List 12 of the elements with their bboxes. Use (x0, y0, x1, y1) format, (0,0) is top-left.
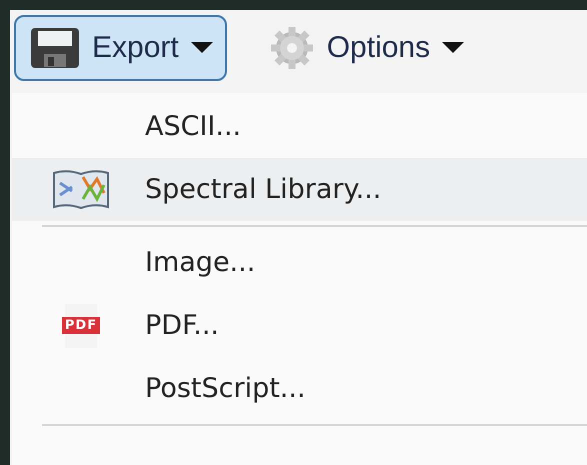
book-chart-icon (52, 168, 110, 210)
caret-icon (190, 42, 213, 53)
menu-item[interactable]: Image... (12, 231, 587, 294)
toolbar-button[interactable]: Options (252, 14, 478, 80)
pdf-file-icon: PDF (59, 304, 103, 348)
gear-icon (268, 24, 315, 70)
menu-item[interactable]: ASCII... (12, 95, 587, 158)
caret-icon (442, 42, 464, 53)
toolbar-button[interactable]: Export (14, 14, 227, 80)
menu-item[interactable]: PostScript... (12, 357, 587, 420)
menu-item[interactable]: PDF PDF... (12, 294, 587, 357)
menu-item[interactable]: Spectral Library... (12, 158, 587, 221)
